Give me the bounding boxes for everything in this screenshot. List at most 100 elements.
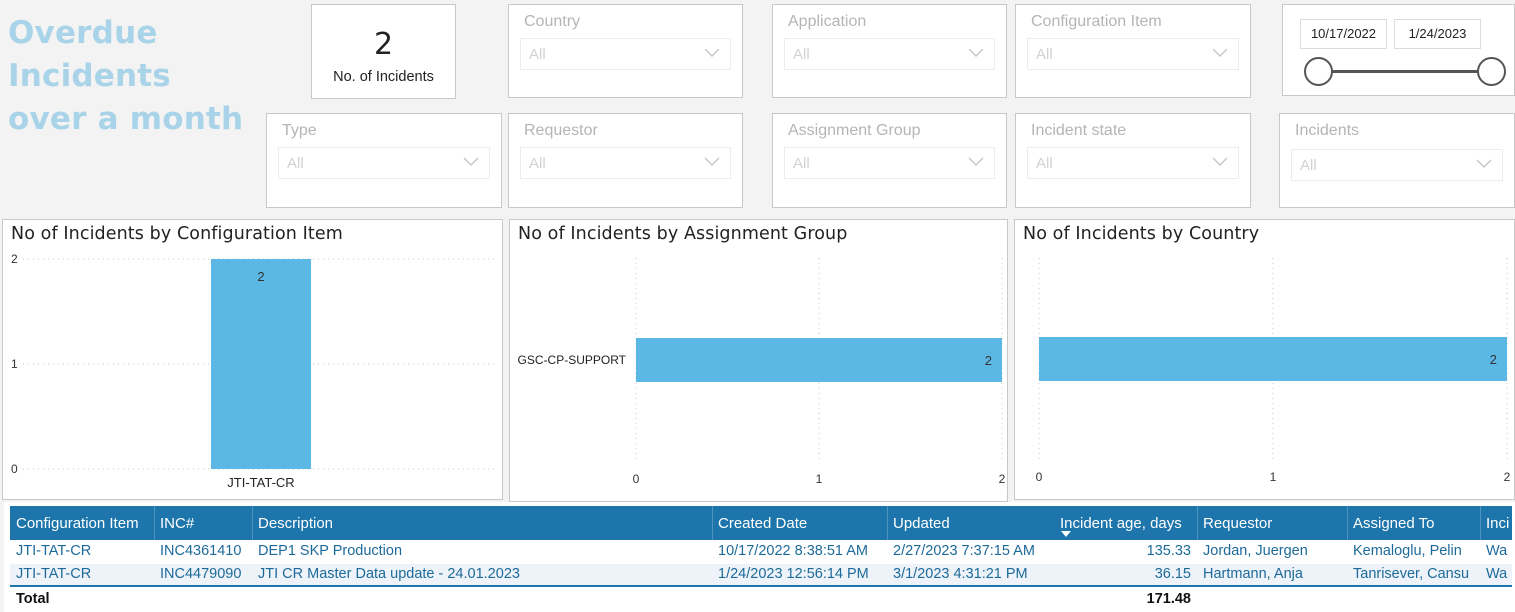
incident-state-dropdown[interactable]: All: [1027, 147, 1239, 179]
assignment-group-slicer: Assignment Group All: [772, 113, 1007, 208]
type-slicer: Type All: [266, 113, 502, 208]
requestor-dropdown-value: All: [529, 155, 546, 172]
cell-updated: 3/1/2023 4:31:21 PM: [893, 566, 1028, 582]
y-tick-label: 2: [11, 252, 18, 266]
cell-requestor: Hartmann, Anja: [1203, 566, 1303, 582]
chevron-down-icon: [1212, 48, 1228, 58]
configuration-item-slicer: Configuration Item All: [1015, 4, 1251, 98]
x-tick-label: 2: [999, 472, 1006, 486]
chart-country: 0 1 2 2: [1036, 258, 1511, 484]
application-dropdown-value: All: [793, 46, 810, 63]
date-slider-track: [1319, 70, 1489, 73]
table-row[interactable]: JTI-TAT-CR INC4479090 JTI CR Master Data…: [10, 564, 1512, 587]
y-tick-label: GSC-CP-SUPPORT: [518, 353, 627, 367]
chart-config-item: 0 1 2 2 JTI-TAT-CR: [11, 252, 498, 490]
cell-created-date: 1/24/2023 12:56:14 PM: [718, 566, 869, 582]
end-date-input[interactable]: 1/24/2023: [1394, 19, 1481, 49]
date-slider-end-handle[interactable]: [1477, 57, 1506, 86]
requestor-dropdown[interactable]: All: [520, 147, 731, 179]
incidents-slicer: Incidents All: [1279, 113, 1515, 208]
kpi-value: 2: [373, 27, 394, 62]
col-header-configuration-item[interactable]: Configuration Item: [16, 515, 151, 532]
cell-inc: INC4479090: [160, 566, 242, 582]
chevron-down-icon: [1476, 159, 1492, 169]
data-label: 2: [257, 269, 264, 284]
assignment-group-dropdown[interactable]: All: [784, 147, 995, 179]
chevron-down-icon: [704, 157, 720, 167]
x-tick-label: 1: [816, 472, 823, 486]
country-slicer-label: Country: [524, 13, 581, 30]
y-tick-label: 0: [11, 462, 18, 476]
chevron-down-icon: [1212, 157, 1228, 167]
chart-country-panel: No of Incidents by Country 0122: [1014, 219, 1515, 500]
incidents-slicer-label: Incidents: [1295, 122, 1360, 139]
requestor-slicer: Requestor All: [508, 113, 743, 208]
chevron-down-icon: [968, 48, 984, 58]
column-divider: [712, 506, 713, 540]
country-slicer: Country All: [508, 4, 743, 98]
type-slicer-label: Type: [282, 122, 317, 139]
col-header-updated[interactable]: Updated: [893, 515, 1053, 532]
col-header-created-date[interactable]: Created Date: [718, 515, 883, 532]
cell-incident-age: 135.33: [1146, 543, 1191, 559]
type-dropdown-value: All: [287, 155, 304, 172]
cell-incident-state: Wa: [1486, 566, 1508, 582]
col-header-inc[interactable]: INC#: [160, 515, 250, 532]
bar: [211, 259, 311, 469]
cell-incident-age: 36.15: [1154, 566, 1191, 582]
y-tick-label: 1: [11, 357, 18, 371]
page-title: Overdue Incidents over a month: [8, 12, 298, 141]
col-header-requestor[interactable]: Requestor: [1203, 515, 1343, 532]
chart-assignment-group: 0 1 2 2 GSC-CP-SUPPORT: [518, 258, 1006, 486]
cell-configuration-item: JTI-TAT-CR: [16, 566, 92, 582]
application-slicer: Application All: [772, 4, 1007, 98]
col-header-incident-age[interactable]: Incident age, days: [1060, 515, 1195, 532]
total-value: 171.48: [1146, 591, 1191, 607]
table-total-row: Total 171.48: [10, 589, 1512, 612]
cell-inc: INC4361410: [160, 543, 242, 559]
column-divider: [1347, 506, 1348, 540]
col-header-incident-state[interactable]: Inci: [1486, 515, 1510, 532]
incidents-table: Configuration Item INC# Description Crea…: [4, 502, 1515, 612]
incident-state-dropdown-value: All: [1036, 155, 1053, 172]
chevron-down-icon: [968, 157, 984, 167]
chevron-down-icon: [704, 48, 720, 58]
column-divider: [887, 506, 888, 540]
kpi-card: 2 No. of Incidents: [311, 4, 456, 99]
incidents-dropdown[interactable]: All: [1291, 149, 1503, 181]
page-title-line2: over a month: [8, 101, 244, 137]
requestor-slicer-label: Requestor: [524, 122, 598, 139]
configuration-item-slicer-label: Configuration Item: [1031, 13, 1162, 30]
data-label: 2: [1490, 352, 1497, 367]
cell-description: DEP1 SKP Production: [258, 543, 403, 559]
col-header-assigned-to[interactable]: Assigned To: [1353, 515, 1478, 532]
cell-requestor: Jordan, Juergen: [1203, 543, 1308, 559]
cell-description: JTI CR Master Data update - 24.01.2023: [258, 566, 520, 582]
x-tick-label: 0: [1036, 470, 1043, 484]
x-tick-label: 1: [1270, 470, 1277, 484]
chart-assignment-group-panel: No of Incidents by Assignment Group 0122…: [509, 219, 1008, 502]
application-dropdown[interactable]: All: [784, 38, 995, 70]
date-slider-start-handle[interactable]: [1304, 57, 1333, 86]
incident-state-slicer-label: Incident state: [1031, 122, 1127, 139]
page-title-line1: Overdue Incidents: [8, 15, 171, 94]
start-date-input[interactable]: 10/17/2022: [1300, 19, 1387, 49]
type-dropdown[interactable]: All: [278, 147, 490, 179]
col-header-description[interactable]: Description: [258, 515, 708, 532]
table-row[interactable]: JTI-TAT-CR INC4361410 DEP1 SKP Productio…: [10, 541, 1512, 564]
incident-state-slicer: Incident state All: [1015, 113, 1251, 208]
table-header: Configuration Item INC# Description Crea…: [10, 506, 1512, 540]
column-divider: [154, 506, 155, 540]
cell-assigned-to: Kemaloglu, Pelin: [1353, 543, 1462, 559]
column-divider: [252, 506, 253, 540]
column-divider: [1480, 506, 1481, 540]
x-tick-label: 2: [1504, 470, 1511, 484]
chevron-down-icon: [463, 157, 479, 167]
kpi-label: No. of Incidents: [333, 69, 434, 85]
bar: [636, 338, 1002, 382]
application-slicer-label: Application: [788, 13, 867, 30]
configuration-item-dropdown[interactable]: All: [1027, 38, 1239, 70]
country-dropdown[interactable]: All: [520, 38, 731, 70]
cell-configuration-item: JTI-TAT-CR: [16, 543, 92, 559]
country-dropdown-value: All: [529, 46, 546, 63]
